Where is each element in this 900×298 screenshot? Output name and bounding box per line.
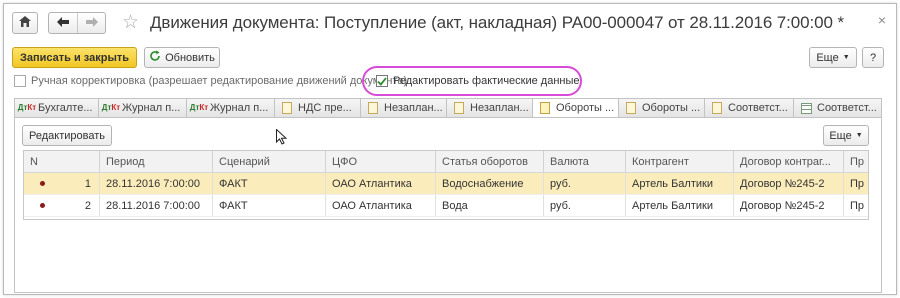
column-header-cfo[interactable]: ЦФО	[326, 151, 436, 172]
tab-turnovers-2[interactable]: Обороты ...	[618, 98, 704, 118]
contract-cell: Договор №245-2	[734, 195, 844, 216]
item-cell: Водоснабжение	[436, 173, 544, 194]
tab-label: Бухгалте...	[38, 102, 93, 114]
grid-icon	[799, 102, 813, 114]
arrow-left-icon	[57, 16, 69, 30]
pr-cell: Пр	[850, 177, 865, 190]
tab-vat[interactable]: НДС пре...	[274, 98, 360, 118]
cfo-cell: ОАО Атлантика	[326, 173, 436, 194]
dt-kt-icon: Дт Кт	[189, 103, 209, 112]
refresh-button[interactable]: Обновить	[144, 47, 220, 68]
manual-correction-checkbox[interactable]	[14, 75, 26, 87]
column-header-currency[interactable]: Валюта	[544, 151, 626, 172]
column-header-pr[interactable]: Пр	[844, 151, 868, 172]
row-marker-icon	[40, 181, 45, 186]
currency-cell: руб.	[544, 173, 626, 194]
register-icon	[366, 102, 380, 114]
mouse-cursor-icon	[276, 128, 288, 148]
currency-cell: руб.	[544, 195, 626, 216]
table-row[interactable]: 2 28.11.2016 7:00:00 ФАКТ ОАО Атлантика …	[24, 195, 868, 217]
counterparty-cell: Артель Балтики	[626, 173, 734, 194]
chevron-down-icon: ▼	[855, 132, 863, 139]
home-icon	[19, 16, 31, 30]
table-header: N Период Сценарий ЦФО Статья оборотов Ва…	[24, 151, 868, 173]
register-icon	[280, 102, 294, 114]
tab-unplanned-2[interactable]: Незаплан...	[446, 98, 532, 118]
manual-correction-option[interactable]: Ручная корректировка (разрешает редактир…	[14, 75, 407, 87]
close-icon[interactable]: ×	[878, 12, 886, 28]
period-cell: 28.11.2016 7:00:00	[100, 173, 213, 194]
help-button[interactable]: ?	[862, 47, 884, 68]
row-marker-icon	[40, 203, 45, 208]
manual-correction-label: Ручная корректировка (разрешает редактир…	[31, 75, 408, 87]
row-number: 2	[84, 199, 91, 212]
chevron-down-icon: ▼	[842, 54, 850, 61]
table-row[interactable]: 1 28.11.2016 7:00:00 ФАКТ ОАО Атлантика …	[24, 173, 868, 195]
column-header-scenario[interactable]: Сценарий	[213, 151, 326, 172]
item-cell: Вода	[436, 195, 544, 216]
cfo-cell: ОАО Атлантика	[326, 195, 436, 216]
tab-correspondence-2[interactable]: Соответст...	[793, 98, 882, 118]
table-more-button[interactable]: Еще ▼	[823, 125, 869, 146]
window-title: Движения документа: Поступление (акт, на…	[150, 13, 844, 32]
register-icon	[710, 102, 724, 114]
tab-label: Соответст...	[817, 102, 877, 114]
highlight-annotation	[362, 66, 582, 96]
more-label: Еще	[816, 51, 839, 64]
column-header-period[interactable]: Период	[100, 151, 213, 172]
document-movements-window: ☆ Движения документа: Поступление (акт, …	[3, 3, 897, 295]
tab-journal-2[interactable]: Дт Кт Журнал п...	[186, 98, 274, 118]
register-icon	[624, 102, 638, 114]
counterparty-cell: Артель Балтики	[626, 195, 734, 216]
register-icon	[538, 102, 552, 114]
forward-button[interactable]	[77, 13, 105, 33]
back-button[interactable]	[49, 13, 77, 33]
tab-journal-1[interactable]: Дт Кт Журнал п...	[98, 98, 186, 118]
tab-turnovers-active[interactable]: Обороты ...	[532, 98, 618, 118]
pr-cell: Пр	[850, 199, 865, 212]
tab-label: Журнал п...	[210, 102, 269, 114]
home-button[interactable]	[12, 12, 38, 34]
refresh-icon	[149, 50, 161, 65]
tab-label: Незаплан...	[384, 102, 443, 114]
tab-accounting[interactable]: Дт Кт Бухгалте...	[14, 98, 98, 118]
dt-kt-icon: Дт Кт	[101, 103, 121, 112]
dt-kt-icon: Дт Кт	[17, 103, 37, 112]
contract-cell: Договор №245-2	[734, 173, 844, 194]
scenario-cell: ФАКТ	[213, 195, 326, 216]
tab-label: НДС пре...	[298, 102, 352, 114]
history-navigation	[48, 12, 106, 34]
edit-button[interactable]: Редактировать	[22, 125, 112, 146]
turnovers-table[interactable]: N Период Сценарий ЦФО Статья оборотов Ва…	[23, 150, 869, 220]
save-and-close-button[interactable]: Записать и закрыть	[12, 47, 137, 68]
tab-label: Журнал п...	[122, 102, 181, 114]
more-button[interactable]: Еще ▼	[809, 47, 857, 68]
row-number: 1	[84, 177, 91, 190]
register-tabs: Дт Кт Бухгалте... Дт Кт Журнал п... Дт Кт Ж…	[14, 98, 882, 118]
tab-label: Незаплан...	[470, 102, 529, 114]
favorite-star-icon[interactable]: ☆	[122, 12, 139, 34]
tab-label: Обороты ...	[642, 102, 701, 114]
tab-unplanned-1[interactable]: Незаплан...	[360, 98, 446, 118]
refresh-label: Обновить	[165, 51, 215, 64]
tab-label: Обороты ...	[556, 102, 615, 114]
tab-label: Соответст...	[728, 102, 788, 114]
row-number-cell: 1	[24, 173, 100, 194]
row-number-cell: 2	[24, 195, 100, 216]
register-icon	[452, 102, 466, 114]
more-label: Еще	[829, 129, 852, 142]
scenario-cell: ФАКТ	[213, 173, 326, 194]
column-header-item[interactable]: Статья оборотов	[436, 151, 544, 172]
tab-correspondence-1[interactable]: Соответст...	[704, 98, 793, 118]
column-header-contract[interactable]: Договор контраг...	[734, 151, 844, 172]
period-cell: 28.11.2016 7:00:00	[100, 195, 213, 216]
column-header-n[interactable]: N	[24, 151, 100, 172]
arrow-right-icon	[85, 16, 98, 30]
column-header-counterparty[interactable]: Контрагент	[626, 151, 734, 172]
